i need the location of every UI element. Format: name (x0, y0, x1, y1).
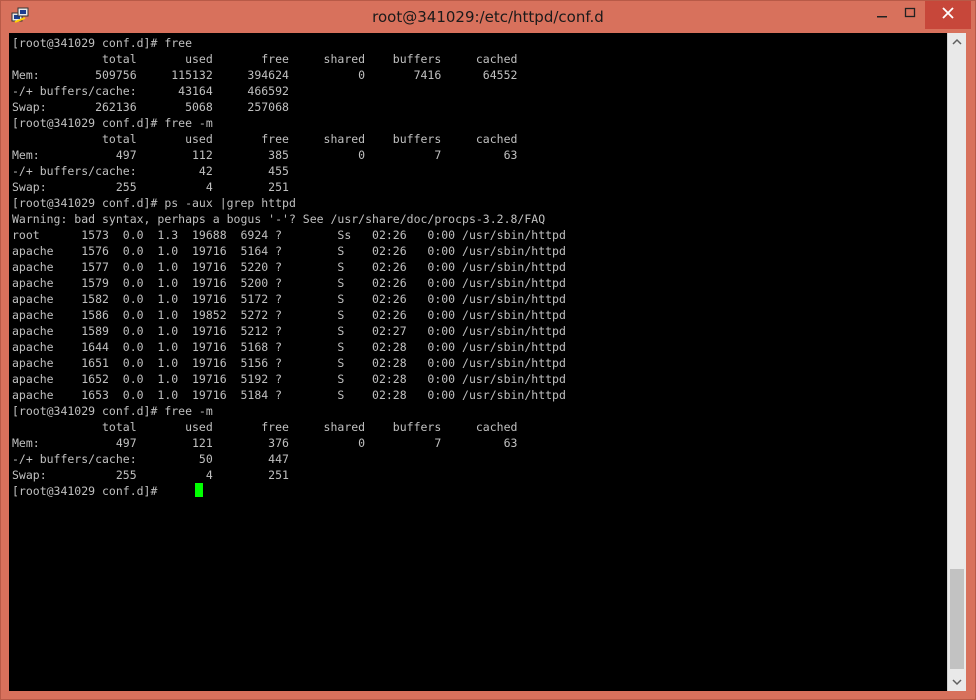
minimize-icon (876, 6, 888, 24)
terminal-line: Mem: 497 112 385 0 7 63 (12, 148, 518, 162)
terminal-line: Swap: 262136 5068 257068 (12, 100, 289, 114)
terminal-line: [root@341029 conf.d]# ps -aux |grep http… (12, 196, 296, 210)
terminal-line: apache 1586 0.0 1.0 19852 5272 ? S 02:26… (12, 308, 566, 322)
terminal-line: Mem: 497 121 376 0 7 63 (12, 436, 518, 450)
terminal-line: Swap: 255 4 251 (12, 180, 289, 194)
terminal-cursor (195, 483, 203, 497)
terminal-line: apache 1582 0.0 1.0 19716 5172 ? S 02:26… (12, 292, 566, 306)
scroll-up-button[interactable] (948, 33, 966, 51)
terminal-line: apache 1577 0.0 1.0 19716 5220 ? S 02:26… (12, 260, 566, 274)
terminal-line: [root@341029 conf.d]# free -m (12, 404, 213, 418)
vertical-scrollbar[interactable] (947, 33, 966, 691)
terminal-line: Mem: 509756 115132 394624 0 7416 64552 (12, 68, 518, 82)
terminal-line: apache 1644 0.0 1.0 19716 5168 ? S 02:28… (12, 340, 566, 354)
terminal-line: apache 1653 0.0 1.0 19716 5184 ? S 02:28… (12, 388, 566, 402)
terminal-window: root@341029:/etc/httpd/conf.d [root@3410… (0, 0, 976, 700)
terminal-line: apache 1576 0.0 1.0 19716 5164 ? S 02:26… (12, 244, 566, 258)
close-icon (941, 6, 955, 25)
close-button[interactable] (925, 1, 971, 29)
scrollbar-thumb[interactable] (950, 569, 964, 669)
maximize-icon (904, 6, 916, 24)
terminal-line: Swap: 255 4 251 (12, 468, 289, 482)
minimize-button[interactable] (867, 1, 897, 29)
terminal-line: total used free shared buffers cached (12, 52, 518, 66)
terminal-line: apache 1651 0.0 1.0 19716 5156 ? S 02:28… (12, 356, 566, 370)
terminal-line: -/+ buffers/cache: 50 447 (12, 452, 289, 466)
terminal-line: [root@341029 conf.d]# (12, 484, 165, 498)
terminal-line: apache 1579 0.0 1.0 19716 5200 ? S 02:26… (12, 276, 566, 290)
scroll-down-button[interactable] (948, 673, 966, 691)
terminal-line: apache 1589 0.0 1.0 19716 5212 ? S 02:27… (12, 324, 566, 338)
putty-icon[interactable] (11, 7, 29, 25)
terminal-line: [root@341029 conf.d]# free (12, 36, 193, 50)
scroll-down-arrow-icon (952, 673, 962, 691)
scroll-up-arrow-icon (952, 33, 962, 51)
terminal-line: total used free shared buffers cached (12, 420, 518, 434)
terminal-line: root 1573 0.0 1.3 19688 6924 ? Ss 02:26 … (12, 228, 566, 242)
terminal-line: Warning: bad syntax, perhaps a bogus '-'… (12, 212, 546, 226)
terminal-line: -/+ buffers/cache: 42 455 (12, 164, 289, 178)
terminal-line: total used free shared buffers cached (12, 132, 518, 146)
terminal-line: [root@341029 conf.d]# free -m (12, 116, 213, 130)
terminal-line: -/+ buffers/cache: 43164 466592 (12, 84, 289, 98)
terminal-line: apache 1652 0.0 1.0 19716 5192 ? S 02:28… (12, 372, 566, 386)
window-title: root@341029:/etc/httpd/conf.d (372, 8, 604, 26)
maximize-button[interactable] (895, 1, 925, 29)
terminal-output-area[interactable]: [root@341029 conf.d]# free total used fr… (9, 33, 947, 691)
terminal-text: [root@341029 conf.d]# free total used fr… (12, 35, 566, 499)
title-bar[interactable]: root@341029:/etc/httpd/conf.d (1, 1, 975, 33)
